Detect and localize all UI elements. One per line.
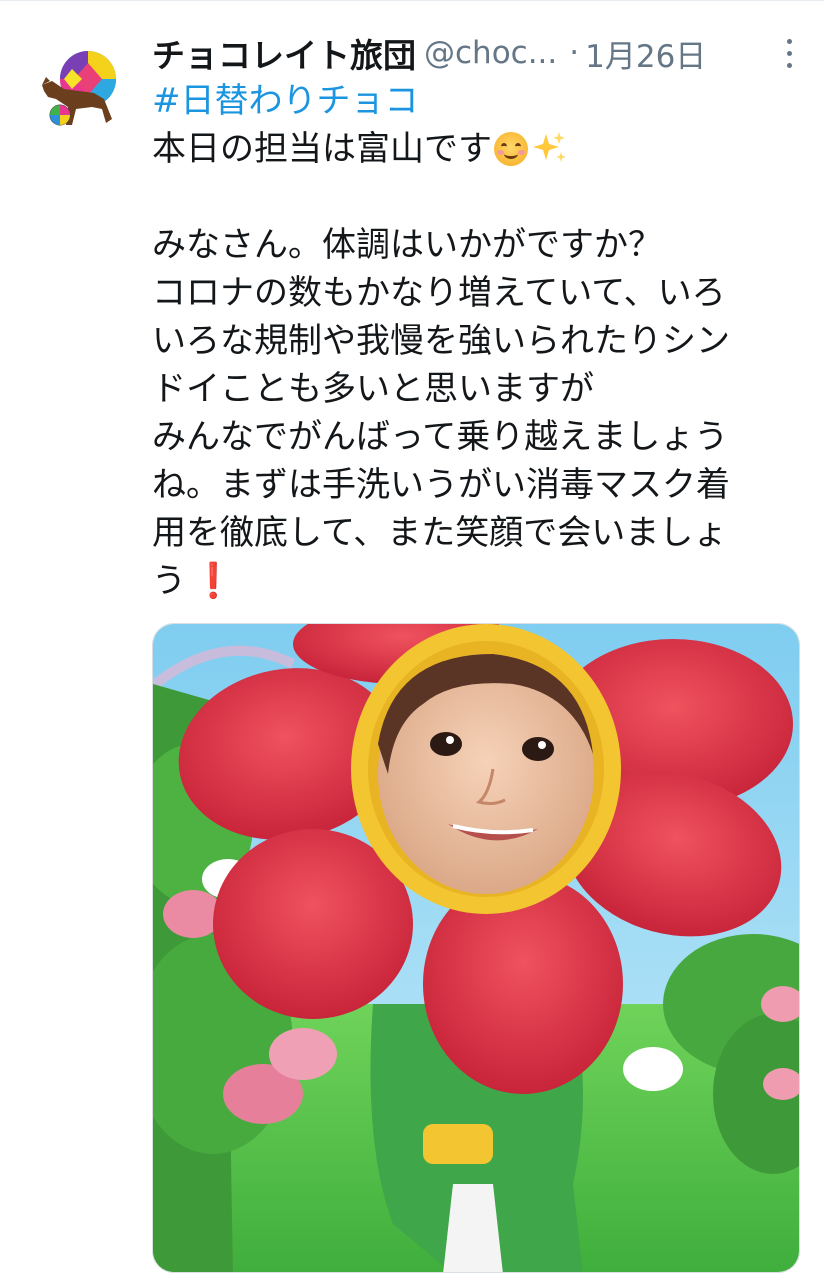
flower-costume-photo xyxy=(153,624,799,1272)
hashtag-link[interactable]: #日替わりチョコ xyxy=(152,81,419,121)
display-name[interactable]: チョコレイト旅団 xyxy=(152,29,416,77)
horse-balloon-logo-icon xyxy=(42,51,116,126)
profile-avatar[interactable] xyxy=(32,41,128,137)
paragraph-line: 用を徹底して、また笑顔で会いましょ xyxy=(152,513,728,553)
more-vertical-icon[interactable] xyxy=(782,35,796,71)
paragraph-last-line: う xyxy=(152,561,186,601)
intro-text: 本日の担当は富山です xyxy=(152,129,492,169)
paragraph-line: みなさん。体調はいかがですか？ xyxy=(152,225,662,265)
exclamation-icon: ❗ xyxy=(192,561,235,601)
sparkles-icon xyxy=(533,132,566,162)
tweet-header: チョコレイト旅団 @choc... · 1月26日 xyxy=(152,29,800,77)
separator-dot: · xyxy=(569,35,580,71)
paragraph-line: ドイことも多いと思いますが xyxy=(152,369,594,409)
paragraph-line: みんなでがんばって乗り越えましょう xyxy=(152,417,729,457)
tweet-card[interactable]: チョコレイト旅団 @choc... · 1月26日 #日替わりチョコ 本日の担当… xyxy=(0,0,824,1280)
paragraph-line: いろな規制や我慢を強いられたりシン xyxy=(152,321,730,361)
paragraph-line: ね。まずは手洗いうがい消毒マスク着 xyxy=(152,465,730,505)
user-handle[interactable]: @choc... xyxy=(424,35,557,71)
smiling-face-icon xyxy=(494,132,528,166)
tweet-text: #日替わりチョコ 本日の担当は富山です みなさん。体調はいかがですか？ コロナの… xyxy=(152,77,792,605)
tweet-timestamp[interactable]: 1月26日 xyxy=(585,31,706,76)
paragraph-line: コロナの数もかなり増えていて、いろ xyxy=(152,273,726,313)
tweet-photo[interactable] xyxy=(152,623,800,1273)
